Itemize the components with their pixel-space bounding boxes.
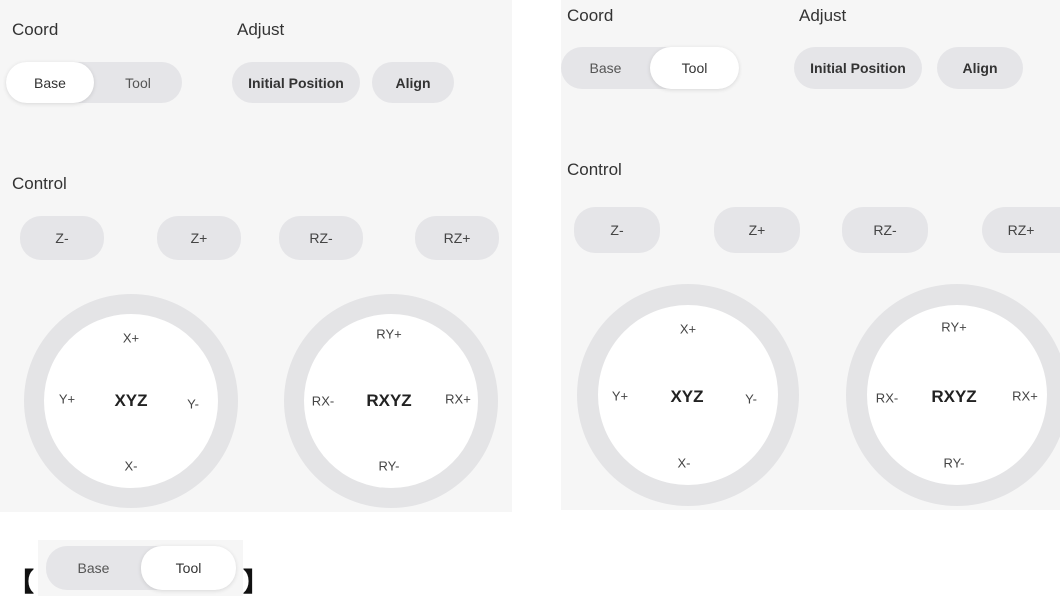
coord-label: Coord (567, 6, 614, 25)
control-label: Control (12, 174, 67, 193)
align-button[interactable]: Align (937, 47, 1023, 89)
initial-position-button[interactable]: Initial Position (232, 62, 360, 103)
z-minus-button[interactable]: Z- (574, 207, 660, 253)
initial-position-button[interactable]: Initial Position (794, 47, 922, 89)
rxyz-rx-plus[interactable]: RX+ (445, 392, 471, 407)
rxyz-center-label: RXYZ (931, 387, 977, 406)
right-jog-panel: Coord Adjust Base Tool Initial Position … (561, 0, 1060, 510)
rxyz-center-label: RXYZ (366, 391, 412, 410)
rxyz-ry-plus[interactable]: RY+ (376, 327, 401, 342)
xyz-center-label: XYZ (670, 387, 704, 406)
z-plus-button[interactable]: Z+ (714, 207, 800, 253)
adjust-label: Adjust (237, 20, 285, 39)
xyz-y-minus[interactable]: Y- (745, 392, 757, 407)
xyz-x-minus[interactable]: X- (125, 459, 138, 474)
xyz-y-plus[interactable]: Y+ (612, 389, 628, 404)
legend-open-bracket: 【 (8, 567, 35, 597)
adjust-label: Adjust (799, 6, 847, 25)
coord-base-option[interactable]: Base (6, 62, 94, 103)
legend-coord-toggle: Base Tool (46, 546, 236, 590)
rxyz-ry-plus[interactable]: RY+ (941, 320, 966, 335)
legend-toggle-frame: Base Tool (38, 540, 243, 596)
control-label: Control (567, 160, 622, 179)
coord-tool-option[interactable]: Tool (650, 47, 739, 89)
rxyz-rx-minus[interactable]: RX- (876, 391, 898, 406)
coord-label: Coord (12, 20, 59, 39)
coord-base-option[interactable]: Base (561, 47, 650, 89)
xyz-x-plus[interactable]: X+ (123, 331, 139, 346)
xyz-x-minus[interactable]: X- (678, 456, 691, 471)
align-button[interactable]: Align (372, 62, 454, 103)
xyz-y-minus[interactable]: Y- (187, 397, 199, 412)
legend-tool-option[interactable]: Tool (141, 546, 236, 590)
xyz-x-plus[interactable]: X+ (680, 322, 696, 337)
legend-base-option[interactable]: Base (46, 546, 141, 590)
coord-toggle: Base Tool (561, 47, 739, 89)
rxyz-ry-minus[interactable]: RY- (944, 456, 965, 471)
xyz-center-label: XYZ (114, 391, 148, 410)
rz-plus-button[interactable]: RZ+ (415, 216, 499, 260)
legend-close-bracket: 】 (243, 567, 270, 597)
rxyz-ry-minus[interactable]: RY- (379, 459, 400, 474)
rxyz-rx-plus[interactable]: RX+ (1012, 389, 1038, 404)
left-jog-panel: Coord Adjust Base Tool Initial Position … (0, 0, 512, 512)
coord-tool-option[interactable]: Tool (94, 62, 182, 103)
coord-toggle: Base Tool (6, 62, 182, 103)
z-minus-button[interactable]: Z- (20, 216, 104, 260)
rz-minus-button[interactable]: RZ- (279, 216, 363, 260)
z-plus-button[interactable]: Z+ (157, 216, 241, 260)
rz-minus-button[interactable]: RZ- (842, 207, 928, 253)
rxyz-rx-minus[interactable]: RX- (312, 394, 334, 409)
xyz-y-plus[interactable]: Y+ (59, 392, 75, 407)
rz-plus-button[interactable]: RZ+ (982, 207, 1060, 253)
